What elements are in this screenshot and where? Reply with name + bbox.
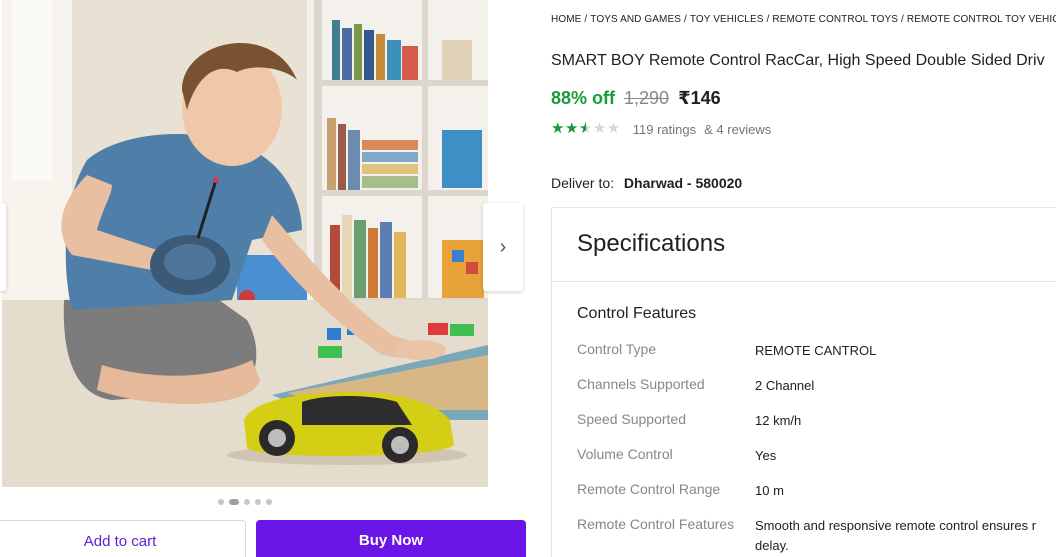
pagination-dot[interactable]: [229, 499, 239, 505]
rating-row: ★★★★★ ★★★★★ 119 ratings & 4 reviews: [551, 121, 771, 137]
discount-percent: 88% off: [551, 88, 616, 108]
ratings-count[interactable]: 119 ratings: [633, 122, 696, 137]
breadcrumb-item[interactable]: TOYS AND GAMES: [590, 14, 681, 25]
gallery-next-button[interactable]: ›: [483, 203, 523, 291]
pagination-dot[interactable]: [255, 499, 261, 505]
specifications-header[interactable]: Specifications: [552, 208, 1056, 282]
spec-key: Remote Control Features: [577, 516, 735, 532]
breadcrumb-item[interactable]: HOME: [551, 14, 581, 25]
spec-value: Smooth and responsive remote control ens…: [755, 518, 1037, 553]
original-price: 1,290: [624, 88, 670, 108]
spec-key: Control Type: [577, 341, 657, 357]
deliver-pincode: Dharwad - 580020: [623, 175, 743, 191]
spec-key: Speed Supported: [577, 411, 686, 427]
breadcrumb-item[interactable]: TOY VEHICLES: [690, 14, 764, 25]
breadcrumb-item[interactable]: REMOTE CONTROL TOY VEHICL: [907, 14, 1056, 25]
star-icons-filled: ★★★★★: [551, 121, 586, 137]
product-gallery: ‹ › Add to cart Buy Now: [0, 0, 540, 557]
spec-row: Remote Control Range 10 m: [577, 481, 1056, 501]
gallery-pagination-dots: [218, 499, 272, 505]
breadcrumb-separator: /: [584, 14, 588, 25]
spec-value: 2 Channel: [755, 378, 815, 393]
product-info: HOME / TOYS AND GAMES / TOY VEHICLES / REMOTE …: [551, 0, 1056, 557]
deliver-label: Deliver to:: [551, 175, 615, 191]
buy-now-label: Buy Now: [358, 532, 424, 549]
star-rating[interactable]: ★★★★★ ★★★★★: [551, 121, 621, 137]
pagination-dot[interactable]: [218, 499, 224, 505]
chevron-right-icon: ›: [499, 235, 507, 258]
breadcrumb-separator: /: [901, 14, 904, 25]
selling-price: ₹146: [678, 88, 721, 108]
specifications-title: Specifications: [577, 230, 726, 257]
price-row: 88% off 1,290 ₹146: [551, 88, 721, 109]
pagination-dot[interactable]: [244, 499, 250, 505]
spec-value: REMOTE CANTROL: [755, 343, 877, 358]
spec-value: 10 m: [755, 483, 784, 498]
spec-row: Control Type REMOTE CANTROL: [577, 341, 1056, 361]
breadcrumb: HOME / TOYS AND GAMES / TOY VEHICLES / REMOTE …: [551, 14, 1056, 25]
gallery-prev-button[interactable]: ‹: [0, 203, 6, 291]
spec-key: Channels Supported: [577, 376, 705, 392]
delivery-location[interactable]: Deliver to: Dharwad - 580020: [551, 175, 742, 191]
spec-row: Channels Supported 2 Channel: [577, 376, 1056, 396]
specifications-card: Specifications Control Features Control …: [551, 207, 1056, 557]
spec-row: Speed Supported 12 km/h: [577, 411, 1056, 431]
spec-value: 12 km/h: [755, 413, 802, 428]
add-to-cart-label: Add to cart: [83, 533, 157, 550]
reviews-count[interactable]: & 4 reviews: [704, 122, 771, 137]
breadcrumb-separator: /: [683, 14, 687, 25]
product-image[interactable]: [2, 0, 488, 487]
spec-key: Remote Control Range: [577, 481, 721, 497]
buy-now-button[interactable]: Buy Now: [256, 520, 526, 557]
spec-group-title: Control Features: [577, 305, 697, 322]
spec-row: Remote Control Features Smooth and respo…: [577, 516, 1056, 556]
product-photo-illustration: [2, 0, 488, 487]
add-to-cart-button[interactable]: Add to cart: [0, 520, 246, 557]
breadcrumb-separator: /: [766, 14, 770, 25]
spec-key: Volume Control: [577, 446, 673, 462]
product-title: SMART BOY Remote Control RacCar, High Sp…: [551, 52, 1045, 69]
breadcrumb-item[interactable]: REMOTE CONTROL TOYS: [772, 14, 898, 25]
spec-value: Yes: [755, 448, 777, 463]
pagination-dot[interactable]: [266, 499, 272, 505]
spec-row: Volume Control Yes: [577, 446, 1056, 466]
